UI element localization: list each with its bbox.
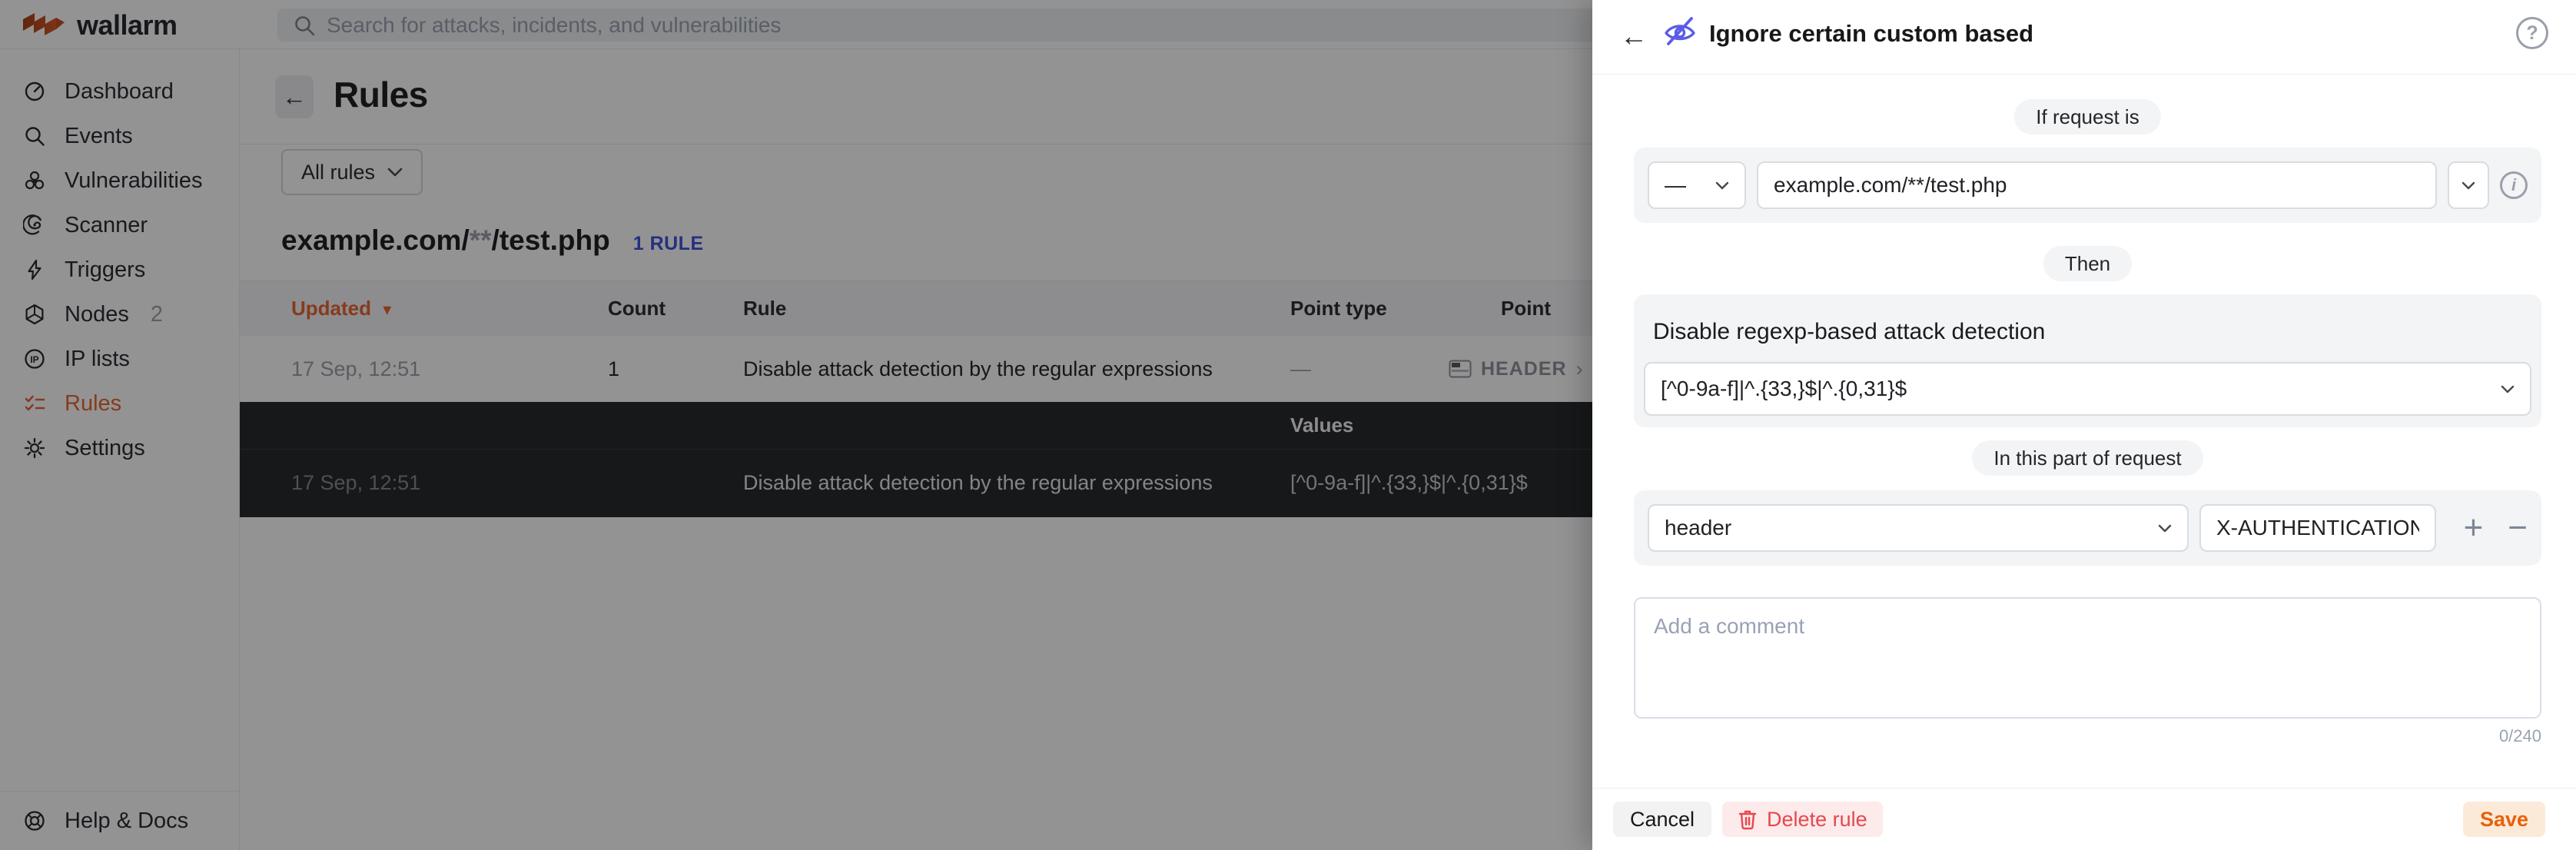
action-card: Disable regexp-based attack detection [^…	[1634, 294, 2541, 427]
regex-value: [^0-9a-f]|^.{33,}$|^.{0,31}$	[1661, 377, 1907, 401]
comment-char-counter: 0/240	[1634, 726, 2541, 746]
cancel-button[interactable]: Cancel	[1613, 802, 1711, 837]
uri-field	[1757, 161, 2437, 209]
drawer-back-button[interactable]: ←	[1620, 20, 1648, 52]
modal-dim-overlay[interactable]	[0, 0, 1592, 850]
part-value-input[interactable]	[2216, 516, 2419, 540]
regex-select[interactable]: [^0-9a-f]|^.{33,}$|^.{0,31}$	[1644, 362, 2531, 416]
operator-value: —	[1665, 173, 1686, 198]
add-part-button[interactable]: +	[2464, 511, 2484, 545]
info-icon[interactable]: i	[2500, 171, 2528, 199]
action-title: Disable regexp-based attack detection	[1644, 294, 2531, 345]
rule-edit-drawer: ← Ignore certain custom based ? If reque…	[1592, 0, 2576, 850]
drawer-body: If request is — i Then Disable r	[1634, 75, 2541, 746]
comment-textarea[interactable]	[1634, 597, 2541, 719]
chevron-down-icon	[2158, 524, 2172, 533]
drawer-footer: Cancel Delete rule Save	[1592, 788, 2576, 850]
then-pill: Then	[2043, 246, 2132, 281]
part-of-request-pill: In this part of request	[1972, 440, 2203, 476]
if-request-is-pill: If request is	[2014, 99, 2160, 134]
uri-input[interactable]	[1774, 173, 2420, 198]
condition-extra-select[interactable]	[2448, 161, 2489, 209]
drawer-header: ← Ignore certain custom based ?	[1592, 0, 2576, 75]
part-type-select[interactable]: header	[1648, 504, 2189, 552]
ignore-eye-off-icon	[1660, 11, 1700, 51]
condition-operator-select[interactable]: —	[1648, 161, 1746, 209]
request-part-row: header + −	[1634, 490, 2541, 566]
remove-part-button[interactable]: −	[2508, 511, 2528, 545]
back-arrow-icon: ←	[1620, 20, 1648, 51]
trash-icon	[1738, 808, 1758, 830]
chevron-down-icon	[2461, 181, 2475, 190]
drawer-title: Ignore certain custom based	[1709, 20, 2033, 48]
condition-row: — i	[1634, 148, 2541, 223]
chevron-down-icon	[1715, 181, 1729, 190]
part-value-field	[2199, 504, 2436, 552]
part-type-value: header	[1665, 516, 1731, 540]
chevron-down-icon	[2501, 385, 2515, 393]
help-circle-icon[interactable]: ?	[2516, 17, 2548, 49]
delete-rule-button[interactable]: Delete rule	[1722, 802, 1883, 837]
save-button[interactable]: Save	[2463, 802, 2545, 837]
